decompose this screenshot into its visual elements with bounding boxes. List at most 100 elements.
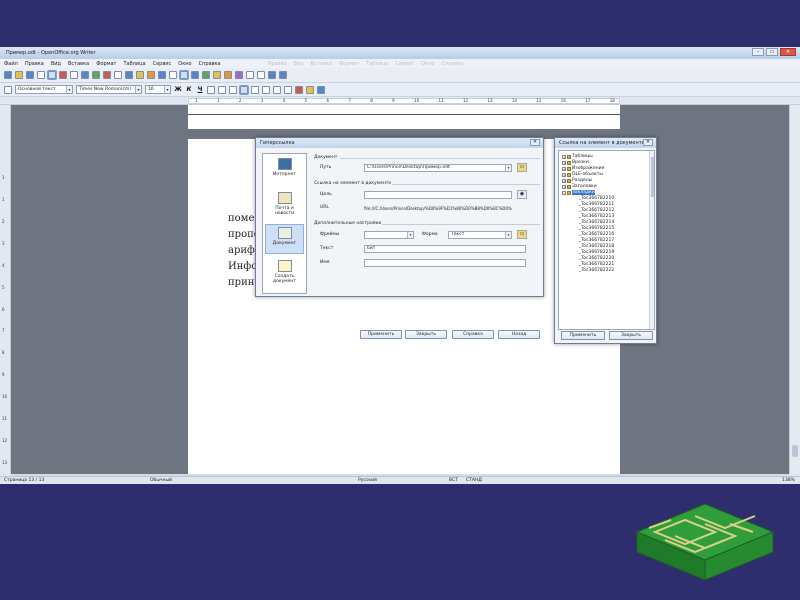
bullets-icon[interactable]	[262, 85, 270, 94]
font-color-icon[interactable]	[295, 85, 303, 94]
align-left-icon[interactable]	[207, 85, 215, 94]
close-icon[interactable]: ✕	[643, 139, 653, 146]
menu-format[interactable]: Формат	[96, 61, 116, 67]
data-sources-icon[interactable]	[246, 71, 254, 79]
menu-table[interactable]: Таблица	[123, 61, 145, 67]
menu-view[interactable]: Вид	[51, 61, 61, 67]
undo-icon[interactable]	[158, 71, 166, 79]
tree-item[interactable]: _Toc366782212	[579, 208, 614, 213]
spellcheck-icon[interactable]	[92, 71, 100, 79]
tree-item[interactable]: + Изображения	[562, 166, 604, 171]
close-button[interactable]: ✕	[780, 48, 796, 56]
help-icon[interactable]	[279, 71, 287, 79]
tree-item[interactable]: _Toc366782210	[579, 196, 614, 201]
scroll-thumb[interactable]	[792, 445, 798, 457]
language-indicator[interactable]: Русский	[358, 477, 377, 484]
underline-button[interactable]: Ч	[196, 86, 204, 93]
tree-item[interactable]: _Toc366782215	[579, 226, 614, 231]
italic-button[interactable]: К	[185, 86, 193, 93]
dialog-title-bar[interactable]: Гиперссылка ✕	[256, 138, 543, 148]
tree-item[interactable]: + Врезки	[562, 160, 589, 165]
maximize-button[interactable]: ▭	[766, 48, 778, 56]
page-preview-icon[interactable]	[81, 71, 89, 79]
bold-button[interactable]: Ж	[174, 86, 182, 93]
close-dialog-button[interactable]: Закрыть	[405, 330, 447, 339]
horizontal-ruler[interactable]: 1 1 2 3 4 5 6 7 8 9 10 11 12 13 14 15 16…	[0, 97, 800, 105]
justify-icon[interactable]	[239, 84, 249, 95]
back-button[interactable]: Назад	[498, 330, 540, 339]
selection-mode[interactable]: СТАНД	[466, 477, 482, 484]
tree-item-selected[interactable]: − Закладки	[562, 190, 595, 195]
expand-icon[interactable]: +	[562, 172, 566, 177]
autospell-icon[interactable]	[103, 71, 111, 79]
tree-item[interactable]: _Toc366782216	[579, 232, 614, 237]
zoom-level[interactable]: 138%	[782, 477, 795, 484]
target-apply-button[interactable]: Применить	[561, 331, 605, 340]
background-color-icon[interactable]	[317, 85, 325, 94]
tree-scrollbar[interactable]	[649, 151, 654, 329]
nonprinting-chars-icon[interactable]	[257, 71, 265, 79]
gallery-icon[interactable]	[235, 71, 243, 79]
page-indicator[interactable]: Страница 13 / 13	[4, 477, 44, 484]
page-style[interactable]: Обычный	[150, 477, 172, 484]
print-icon[interactable]	[70, 71, 78, 79]
expand-icon[interactable]: +	[562, 160, 566, 165]
target-input[interactable]	[364, 191, 512, 199]
font-name-combo[interactable]: Times New Roman(cm) ▾	[76, 85, 142, 94]
tree-item[interactable]: _Toc366782217	[579, 238, 614, 243]
font-size-combo[interactable]: 16 ▾	[145, 85, 171, 94]
previous-page[interactable]	[188, 105, 620, 129]
vertical-scrollbar[interactable]	[789, 105, 800, 474]
tree-item[interactable]: _Toc366782214	[579, 220, 614, 225]
tree-item[interactable]: _Toc366782222	[579, 268, 614, 273]
tree-scroll-thumb[interactable]	[651, 157, 654, 197]
nav-mail-news[interactable]: Почта и новости	[265, 190, 304, 220]
align-center-icon[interactable]	[218, 85, 226, 94]
nav-document[interactable]: Документ	[265, 224, 304, 254]
vertical-ruler[interactable]: 1 1 2 3 4 5 6 7 8 9 10 11 12 13	[0, 105, 11, 474]
expand-icon[interactable]: +	[562, 166, 566, 171]
paste-icon[interactable]	[136, 71, 144, 79]
open-icon[interactable]	[15, 71, 23, 79]
tree-item[interactable]: + Таблицы	[562, 154, 593, 159]
events-button[interactable]: ▭	[517, 230, 527, 239]
align-right-icon[interactable]	[229, 85, 237, 94]
highlighting-icon[interactable]	[306, 85, 314, 94]
tree-item[interactable]: _Toc366782221	[579, 262, 614, 267]
target-in-document-button[interactable]: ◉	[517, 190, 527, 199]
find-replace-icon[interactable]	[213, 71, 221, 79]
expand-icon[interactable]: +	[562, 178, 566, 183]
text-input[interactable]: бит	[364, 245, 526, 253]
tree-item[interactable]: _Toc366782219	[579, 250, 614, 255]
expand-icon[interactable]: +	[562, 184, 566, 189]
close-icon[interactable]: ✕	[530, 139, 540, 146]
nav-internet[interactable]: Интернет	[265, 156, 304, 186]
open-file-button[interactable]: ▭	[517, 163, 527, 172]
target-dialog-title-bar[interactable]: Ссылка на элемент в документе ✕	[555, 138, 656, 148]
tree-item[interactable]: + OLE-объекты	[562, 172, 603, 177]
menu-edit[interactable]: Правка	[25, 61, 44, 67]
menu-file[interactable]: Файл	[4, 61, 18, 67]
target-close-button[interactable]: Закрыть	[609, 331, 653, 340]
name-input[interactable]	[364, 259, 526, 267]
tree-item[interactable]: _Toc366782220	[579, 256, 614, 261]
tree-item[interactable]: _Toc366782211	[579, 202, 614, 207]
format-paintbrush-icon[interactable]	[147, 71, 155, 79]
menu-tools[interactable]: Сервис	[153, 61, 172, 67]
apply-button[interactable]: Применить	[360, 330, 402, 339]
cut-icon[interactable]	[114, 71, 122, 79]
tree-item[interactable]: _Toc366782218	[579, 244, 614, 249]
form-select[interactable]: Текст ▾	[448, 231, 512, 239]
table-icon[interactable]	[191, 71, 199, 79]
help-button[interactable]: Справка	[452, 330, 494, 339]
tree-item[interactable]: + Заголовки	[562, 184, 597, 189]
paragraph-style-combo[interactable]: Основной текст ▾	[15, 85, 73, 94]
styles-formatting-icon[interactable]	[4, 85, 12, 94]
decrease-indent-icon[interactable]	[273, 85, 281, 94]
tree-item[interactable]: + Разделы	[562, 178, 592, 183]
new-icon[interactable]	[4, 71, 12, 79]
redo-icon[interactable]	[169, 71, 177, 79]
hyperlink-icon[interactable]	[179, 70, 189, 80]
copy-icon[interactable]	[125, 71, 133, 79]
nav-new-document[interactable]: Создать документ	[265, 258, 304, 288]
